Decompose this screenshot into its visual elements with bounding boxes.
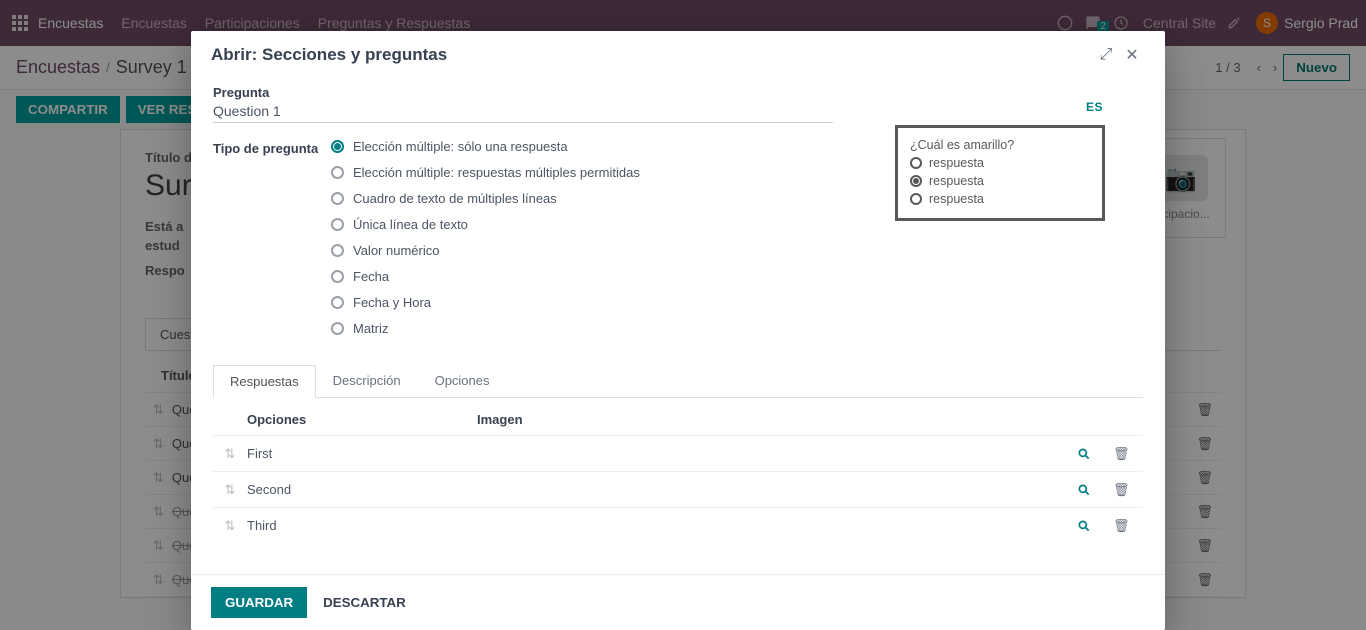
lang-button[interactable]: ES xyxy=(1086,100,1103,114)
drag-icon[interactable]: ⇅ xyxy=(219,518,241,534)
radio-icon xyxy=(331,166,344,179)
save-button[interactable]: GUARDAR xyxy=(211,587,307,618)
question-preview: ¿Cuál es amarillo? respuesta respuesta r… xyxy=(895,125,1105,221)
modal-title: Abrir: Secciones y preguntas xyxy=(211,45,447,65)
radio-icon xyxy=(331,322,344,335)
tab-answers[interactable]: Respuestas xyxy=(213,365,316,398)
type-option-7[interactable]: Matriz xyxy=(331,321,1143,336)
trash-icon[interactable]: 🗑 xyxy=(1113,518,1143,534)
type-label: Tipo de pregunta xyxy=(213,137,331,156)
close-icon[interactable]: ✕ xyxy=(1119,45,1145,65)
radio-icon xyxy=(331,270,344,283)
trash-icon[interactable]: 🗑 xyxy=(1113,446,1143,462)
answer-row-2: ⇅ Third 🗑 xyxy=(213,507,1143,543)
preview-answer-1: respuesta xyxy=(910,174,1090,188)
preview-answer-2: respuesta xyxy=(910,192,1090,206)
type-option-5[interactable]: Fecha xyxy=(331,269,1143,284)
modal-footer: GUARDAR DESCARTAR xyxy=(191,574,1165,630)
radio-icon xyxy=(910,193,922,205)
type-option-6[interactable]: Fecha y Hora xyxy=(331,295,1143,310)
answer-row-0: ⇅ First 🗑 xyxy=(213,435,1143,471)
col-options: Opciones xyxy=(247,412,477,427)
answer-row-1: ⇅ Second 🗑 xyxy=(213,471,1143,507)
drag-icon[interactable]: ⇅ xyxy=(219,482,241,498)
radio-icon xyxy=(910,175,922,187)
radio-icon xyxy=(331,140,344,153)
preview-question: ¿Cuál es amarillo? xyxy=(910,138,1090,152)
answer-text[interactable]: Third xyxy=(241,518,1077,533)
tab-description[interactable]: Descripción xyxy=(316,364,418,397)
preview-answer-0: respuesta xyxy=(910,156,1090,170)
radio-icon xyxy=(331,244,344,257)
question-input[interactable] xyxy=(213,100,833,123)
discard-button[interactable]: DESCARTAR xyxy=(323,595,406,610)
zoom-icon[interactable] xyxy=(1077,483,1113,497)
radio-icon xyxy=(910,157,922,169)
radio-icon xyxy=(331,192,344,205)
question-label: Pregunta xyxy=(213,81,331,100)
question-modal: Abrir: Secciones y preguntas ⤢ ✕ Pregunt… xyxy=(191,31,1165,630)
expand-icon[interactable]: ⤢ xyxy=(1093,46,1119,64)
modal-tabs: Respuestas Descripción Opciones xyxy=(213,364,1143,398)
type-option-4[interactable]: Valor numérico xyxy=(331,243,1143,258)
modal-body: Pregunta ES Tipo de pregunta Elección mú… xyxy=(191,75,1165,574)
trash-icon[interactable]: 🗑 xyxy=(1113,482,1143,498)
zoom-icon[interactable] xyxy=(1077,447,1113,461)
zoom-icon[interactable] xyxy=(1077,519,1113,533)
answer-text[interactable]: First xyxy=(241,446,1077,461)
col-image: Imagen xyxy=(477,412,1143,427)
radio-icon xyxy=(331,296,344,309)
radio-icon xyxy=(331,218,344,231)
answer-text[interactable]: Second xyxy=(241,482,1077,497)
answers-header: Opciones Imagen xyxy=(213,398,1143,435)
tab-options[interactable]: Opciones xyxy=(418,364,507,397)
drag-icon[interactable]: ⇅ xyxy=(219,446,241,462)
modal-header: Abrir: Secciones y preguntas ⤢ ✕ xyxy=(191,31,1165,75)
